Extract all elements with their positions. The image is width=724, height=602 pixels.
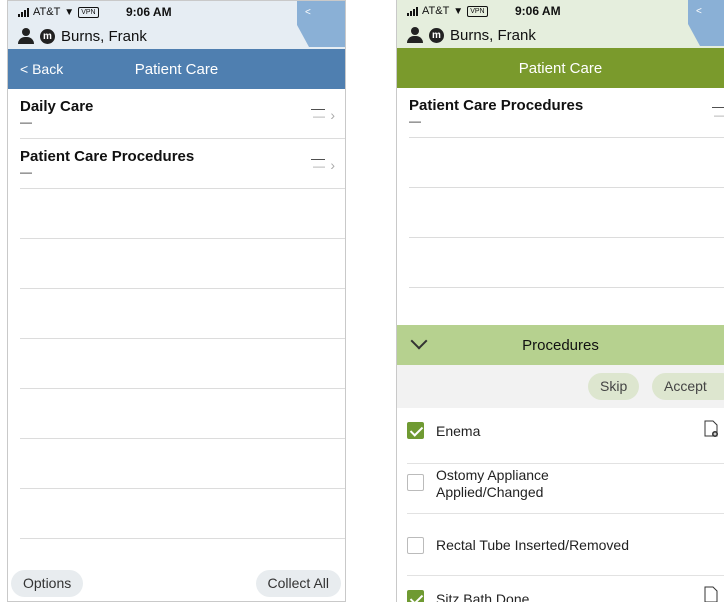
chevron-down-icon[interactable] bbox=[410, 332, 428, 350]
procedure-item-rectal-tube[interactable]: Rectal Tube Inserted/Removed bbox=[407, 514, 724, 576]
svg-text:<: < bbox=[305, 7, 311, 18]
row-title: Daily Care bbox=[20, 98, 94, 115]
status-bar: AT&T ▼ VPN 9:06 AM bbox=[397, 0, 724, 22]
carrier-name: AT&T bbox=[33, 6, 61, 18]
add-document-icon[interactable] bbox=[704, 420, 718, 437]
carrier-name: AT&T bbox=[422, 5, 450, 17]
procedure-item-ostomy[interactable]: Ostomy Appliance Applied/Changed bbox=[407, 464, 724, 514]
empty-row bbox=[20, 239, 345, 289]
top-area: AT&T ▼ VPN 9:06 AM m Burns, Frank < bbox=[397, 0, 724, 48]
options-button[interactable]: Options bbox=[11, 570, 84, 597]
empty-row bbox=[20, 489, 345, 539]
checkbox-checked[interactable] bbox=[407, 422, 424, 439]
procedure-item-enema[interactable]: Enema bbox=[407, 408, 724, 464]
list-item-daily-care[interactable]: Daily Care — — — › bbox=[20, 89, 345, 139]
empty-row bbox=[20, 339, 345, 389]
procedures-screen: AT&T ▼ VPN 9:06 AM m Burns, Frank < Pati… bbox=[396, 0, 724, 602]
row-value-secondary: — bbox=[714, 108, 724, 122]
nav-header: < Back Patient Care bbox=[8, 49, 345, 89]
person-icon bbox=[18, 28, 34, 44]
chevron-right-icon: › bbox=[330, 157, 335, 173]
page-title: Patient Care bbox=[518, 59, 603, 77]
collect-all-button[interactable]: Collect All bbox=[255, 570, 341, 597]
patient-bar[interactable]: m Burns, Frank < bbox=[397, 0, 724, 48]
checkbox-unchecked[interactable] bbox=[407, 474, 424, 491]
vpn-badge: VPN bbox=[467, 5, 488, 17]
chevron-right-icon: › bbox=[330, 107, 335, 123]
procedure-label: Ostomy Appliance Applied/Changed bbox=[436, 467, 549, 500]
page-title: Patient Care bbox=[134, 60, 219, 78]
empty-row bbox=[20, 189, 345, 239]
row-subtitle: — bbox=[20, 165, 32, 179]
patient-badge: m bbox=[40, 28, 55, 44]
signal-icon bbox=[18, 7, 29, 17]
empty-row bbox=[409, 238, 724, 288]
person-icon bbox=[407, 27, 423, 43]
accept-button[interactable]: Accept bbox=[652, 373, 724, 400]
skip-button[interactable]: Skip bbox=[588, 373, 640, 400]
svg-text:<: < bbox=[696, 6, 702, 17]
wifi-icon: ▼ bbox=[64, 6, 75, 18]
back-button[interactable]: < Back bbox=[20, 61, 63, 77]
section-title: Procedures bbox=[522, 336, 599, 354]
patient-bar[interactable]: m Burns, Frank < bbox=[8, 1, 345, 49]
empty-row bbox=[20, 439, 345, 489]
checkbox-checked[interactable] bbox=[407, 590, 424, 602]
panel-tab-icon[interactable]: < bbox=[686, 0, 724, 46]
clock: 9:06 AM bbox=[515, 4, 561, 18]
procedure-label: Enema bbox=[436, 423, 481, 439]
checkbox-unchecked[interactable] bbox=[407, 537, 424, 554]
row-value-secondary: — bbox=[313, 159, 325, 173]
procedure-label: Sitz Bath Done bbox=[436, 591, 530, 602]
action-bar: Skip Accept bbox=[397, 365, 724, 408]
clock: 9:06 AM bbox=[126, 5, 172, 19]
procedure-label: Rectal Tube Inserted/Removed bbox=[436, 537, 629, 553]
row-title: Patient Care Procedures bbox=[20, 148, 195, 165]
carrier-info: AT&T ▼ VPN bbox=[18, 6, 99, 18]
row-subtitle: — bbox=[20, 115, 32, 129]
patient-name: Burns, Frank bbox=[61, 27, 147, 45]
top-area: AT&T ▼ VPN 9:06 AM m Burns, Frank < bbox=[8, 1, 345, 49]
vpn-badge: VPN bbox=[78, 6, 99, 18]
row-value-secondary: — bbox=[313, 109, 325, 123]
empty-row bbox=[20, 289, 345, 339]
signal-icon bbox=[407, 6, 418, 16]
patient-badge: m bbox=[429, 27, 444, 43]
nav-header: Patient Care bbox=[397, 48, 724, 88]
list-item-patient-care-procedures[interactable]: Patient Care Procedures — — — bbox=[409, 88, 724, 138]
carrier-info: AT&T ▼ VPN bbox=[407, 5, 488, 17]
list-item-patient-care-procedures[interactable]: Patient Care Procedures — — — › bbox=[20, 139, 345, 189]
empty-row bbox=[409, 138, 724, 188]
row-subtitle: — bbox=[409, 114, 421, 128]
wifi-icon: ▼ bbox=[453, 5, 464, 17]
patient-name: Burns, Frank bbox=[450, 26, 536, 44]
empty-row bbox=[20, 389, 345, 439]
document-icon[interactable] bbox=[704, 586, 718, 602]
panel-tab-icon[interactable]: < bbox=[295, 1, 345, 47]
procedures-section-header[interactable]: Procedures bbox=[397, 325, 724, 365]
row-title: Patient Care Procedures bbox=[409, 97, 584, 114]
procedure-item-sitz-bath[interactable]: Sitz Bath Done bbox=[407, 576, 724, 602]
empty-row bbox=[409, 188, 724, 238]
patient-care-screen: AT&T ▼ VPN 9:06 AM m Burns, Frank < < Ba… bbox=[7, 0, 346, 602]
